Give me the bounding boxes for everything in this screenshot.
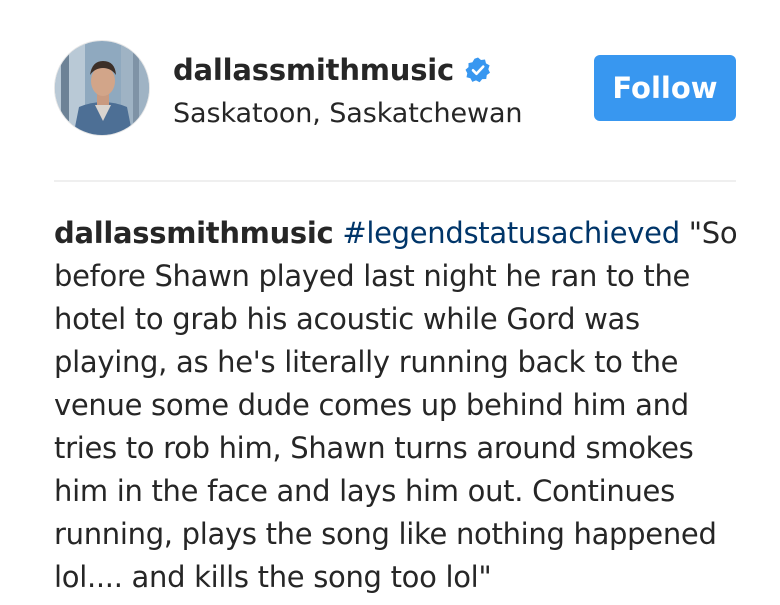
username-link[interactable]: dallassmithmusic: [173, 53, 454, 87]
username-row: dallassmithmusic: [173, 50, 522, 90]
avatar-photo: [55, 41, 149, 135]
caption-text: "So before Shawn played last night he ra…: [54, 216, 738, 594]
follow-button[interactable]: Follow: [594, 55, 736, 121]
verified-badge-icon: [464, 56, 492, 84]
avatar[interactable]: [54, 40, 150, 136]
hashtag-link[interactable]: #legendstatusachieved: [342, 216, 680, 250]
post-caption: dallassmithmusic #legendstatusachieved "…: [54, 212, 744, 599]
location-link[interactable]: Saskatoon, Saskatchewan: [173, 98, 523, 129]
instagram-post: dallassmithmusic Saskatoon, Saskatchewan…: [0, 0, 780, 605]
divider: [54, 180, 736, 182]
user-info: dallassmithmusic Saskatoon, Saskatchewan: [173, 50, 523, 129]
caption-username-link[interactable]: dallassmithmusic: [54, 216, 334, 250]
post-header: dallassmithmusic Saskatoon, Saskatchewan…: [54, 40, 736, 136]
